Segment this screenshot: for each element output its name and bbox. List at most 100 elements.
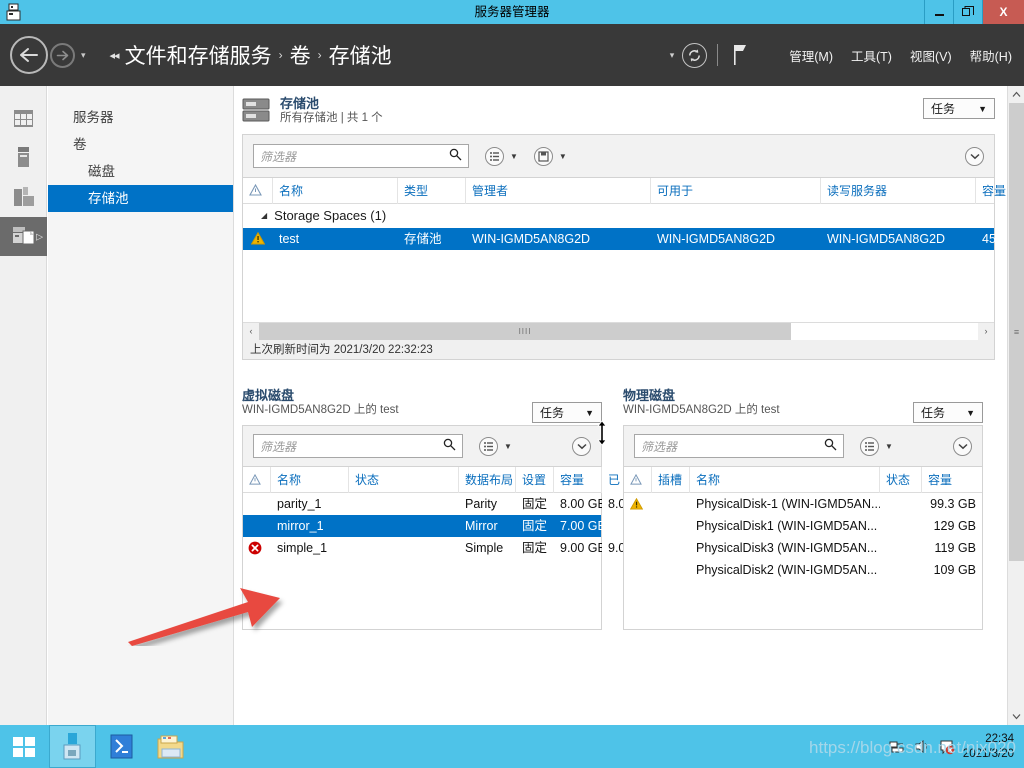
column-header-status[interactable]	[624, 466, 652, 493]
cell-slot	[652, 559, 690, 581]
column-header-provisioning[interactable]: 设置	[516, 466, 554, 493]
scroll-thumb[interactable]: IIII	[259, 322, 792, 340]
scroll-down-button[interactable]	[1008, 708, 1024, 725]
column-header-type[interactable]: 类型	[398, 177, 466, 204]
scroll-left-button[interactable]: ‹	[243, 322, 259, 340]
taskbar-item-powershell[interactable]	[98, 725, 145, 768]
column-header-capacity[interactable]: 容量	[554, 466, 602, 493]
back-arrow-icon[interactable]	[10, 36, 48, 74]
chevron-down-icon: ▼	[978, 103, 987, 114]
column-header-managed-by[interactable]: 管理者	[466, 177, 651, 204]
breadcrumb-item-volumes[interactable]: 卷	[290, 40, 311, 70]
storage-pools-horizontal-scrollbar[interactable]: ‹ IIII ›	[243, 322, 994, 340]
table-row[interactable]: simple_1 Simple 固定 9.00 GB 9.0	[243, 537, 625, 559]
menu-help[interactable]: 帮助(H)	[970, 46, 1012, 65]
menu-manage[interactable]: 管理(M)	[789, 46, 833, 65]
column-header-state[interactable]: 状态	[349, 466, 459, 493]
sidebar-item-volumes[interactable]: 卷	[48, 131, 233, 158]
chevron-down-icon[interactable]	[572, 436, 591, 456]
search-input[interactable]: 筛选器	[253, 434, 463, 458]
column-header-slot[interactable]: 插槽	[652, 466, 690, 493]
taskbar-clock[interactable]: 22:34 2021/3/20	[963, 732, 1018, 762]
virtual-disks-grid-body: parity_1 Parity 固定 8.00 GB 8.0 mirror_1	[243, 493, 625, 559]
virtual-disks-tasks-button[interactable]: 任务 ▼	[532, 402, 602, 423]
table-row[interactable]: test 存储池 WIN-IGMD5AN8G2D WIN-IGMD5AN8G2D…	[243, 228, 1007, 250]
rail-item-local-server[interactable]	[0, 139, 47, 178]
minimize-button[interactable]	[924, 0, 953, 24]
list-view-icon[interactable]	[485, 146, 504, 166]
rail-item-dashboard[interactable]	[0, 100, 47, 139]
cell-layout: Mirror	[465, 519, 498, 533]
table-row[interactable]: PhysicalDisk3 (WIN-IGMD5AN... 119 GB	[624, 537, 982, 559]
column-header-name[interactable]: 名称	[690, 466, 880, 493]
restore-button[interactable]	[953, 0, 982, 24]
menu-tools[interactable]: 工具(T)	[851, 46, 892, 65]
menu-view[interactable]: 视图(V)	[910, 46, 952, 65]
list-view-icon[interactable]	[479, 436, 498, 456]
column-header-capacity[interactable]: 容量	[976, 178, 1007, 204]
cell-state	[349, 537, 459, 559]
storage-pools-grid-container: 筛选器 ▼ ▼ 名称 类型 管理者 可用于 读写服务器 容量 ◢ Storage…	[242, 134, 1007, 360]
search-input[interactable]: 筛选器	[253, 144, 469, 168]
forward-arrow-icon[interactable]	[50, 42, 75, 68]
list-view-caret-icon[interactable]: ▼	[885, 442, 893, 451]
search-icon	[449, 148, 462, 164]
scroll-thumb[interactable]: ≡	[1009, 103, 1024, 561]
table-row[interactable]: PhysicalDisk2 (WIN-IGMD5AN... 109 GB	[624, 559, 982, 581]
save-view-icon[interactable]	[533, 146, 553, 166]
column-header-available-to[interactable]: 可用于	[651, 177, 821, 204]
windows-start-icon[interactable]	[0, 725, 47, 768]
column-header-layout[interactable]: 数据布局	[459, 466, 516, 493]
sidebar-item-disks[interactable]: 磁盘	[48, 158, 233, 185]
breadcrumb-collapse-icon[interactable]: ◂◂	[110, 49, 120, 62]
cell-name: PhysicalDisk1 (WIN-IGMD5AN...	[696, 519, 878, 533]
taskbar-item-server-manager[interactable]	[49, 725, 96, 768]
network-icon[interactable]	[889, 739, 906, 754]
table-row[interactable]: PhysicalDisk1 (WIN-IGMD5AN... 129 GB	[624, 515, 982, 537]
cell-name: PhysicalDisk-1 (WIN-IGMD5AN...	[696, 497, 880, 511]
refresh-icon[interactable]	[682, 42, 708, 68]
column-header-read-write-server[interactable]: 读写服务器	[821, 177, 976, 204]
rail-item-file-storage-services[interactable]: ▷	[0, 217, 47, 256]
main-vertical-scrollbar[interactable]: ≡	[1007, 86, 1024, 725]
column-header-name[interactable]: 名称	[273, 177, 398, 204]
sidebar-item-servers[interactable]: 服务器	[48, 104, 233, 131]
breadcrumb-item-file-storage[interactable]: 文件和存储服务	[125, 40, 272, 70]
save-view-caret-icon[interactable]: ▼	[559, 152, 567, 161]
column-header-status[interactable]	[243, 466, 271, 493]
triangle-collapse-icon[interactable]: ◢	[261, 204, 267, 228]
notifications-flag-icon[interactable]	[732, 44, 749, 66]
volume-icon[interactable]	[914, 739, 930, 754]
column-header-capacity[interactable]: 容量	[922, 467, 980, 493]
cell-slot	[652, 515, 690, 537]
physical-disks-tasks-button[interactable]: 任务 ▼	[913, 402, 983, 423]
nav-history-caret-icon[interactable]: ▾	[81, 50, 86, 61]
list-view-icon[interactable]	[860, 436, 879, 456]
taskbar-item-file-explorer[interactable]	[147, 725, 194, 768]
table-row[interactable]: mirror_1 Mirror 固定 7.00 GB 7.0	[243, 515, 625, 537]
chevron-down-icon[interactable]	[965, 146, 984, 166]
breadcrumb-dropdown-caret-icon[interactable]: ▾	[670, 50, 675, 61]
scroll-track[interactable]: IIII	[259, 322, 978, 340]
rail-item-all-servers[interactable]	[0, 178, 47, 217]
column-header-name[interactable]: 名称	[271, 466, 349, 493]
breadcrumb-item-storage-pools[interactable]: 存储池	[329, 40, 392, 70]
chevron-down-icon[interactable]	[953, 436, 972, 456]
storage-pools-grid-body: ◢ Storage Spaces (1) test 存储池 WIN-IGMD5A…	[243, 204, 1007, 322]
action-center-error-icon[interactable]	[938, 739, 955, 755]
close-button[interactable]: X	[982, 0, 1024, 24]
column-header-state[interactable]: 状态	[880, 466, 922, 493]
chevron-right-icon[interactable]: ▷	[36, 231, 43, 242]
table-row[interactable]: parity_1 Parity 固定 8.00 GB 8.0	[243, 493, 625, 515]
search-input[interactable]: 筛选器	[634, 434, 844, 458]
scroll-up-button[interactable]	[1008, 86, 1024, 103]
sidebar-item-storage-pools[interactable]: 存储池	[48, 185, 233, 212]
column-header-status[interactable]	[243, 177, 273, 204]
storage-pools-tasks-button[interactable]: 任务 ▼	[923, 98, 995, 119]
grid-group-row[interactable]: ◢ Storage Spaces (1)	[243, 204, 994, 228]
list-view-caret-icon[interactable]: ▼	[510, 152, 518, 161]
scroll-right-button[interactable]: ›	[978, 322, 994, 340]
table-row[interactable]: PhysicalDisk-1 (WIN-IGMD5AN... 99.3 GB	[624, 493, 982, 515]
title-bar: 服务器管理器 X	[0, 0, 1024, 24]
list-view-caret-icon[interactable]: ▼	[504, 442, 512, 451]
